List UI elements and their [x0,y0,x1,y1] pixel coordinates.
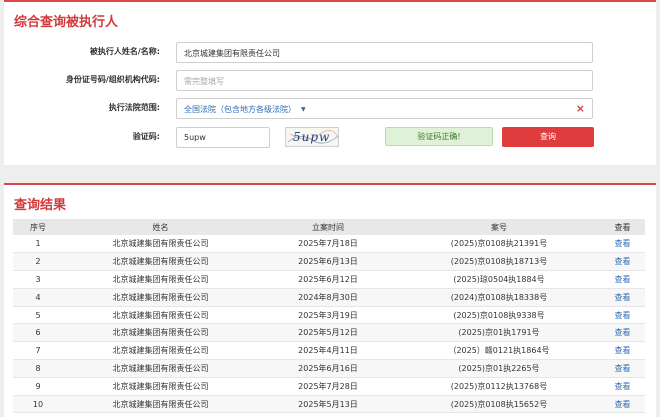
column-header-name: 姓名 [63,219,258,235]
row-date: 2025年3月19日 [258,306,398,325]
row-date: 2025年7月18日 [258,235,398,254]
table-row: 8 北京城建集团有限责任公司 2025年6月16日 (2025)京01执2265… [13,359,645,378]
name-input[interactable]: 北京城建集团有限责任公司 [176,42,593,63]
row-name: 北京城建集团有限责任公司 [63,359,258,378]
view-link[interactable]: 查看 [615,293,631,302]
column-header-case: 案号 [398,219,600,235]
row-date: 2025年5月13日 [258,395,398,414]
captcha-input[interactable]: 5upw [176,127,270,148]
results-panel: 查询结果 序号 姓名 立案时间 案号 查看 1 北京城建集团有限责任公司 202… [4,183,656,417]
court-select-value: 全国法院（包含地方各级法院） [184,105,296,114]
row-case: (2025)京0108执15652号 [398,395,600,414]
row-date: 2025年5月12日 [258,323,398,343]
row-case: (2025)琼0504执1884号 [398,270,600,289]
row-date: 2025年6月16日 [258,359,398,378]
view-link[interactable]: 查看 [615,400,631,409]
column-header-no: 序号 [13,219,63,235]
id-row: 身份证号码/组织机构代码: 需完整填写 [4,70,656,92]
row-date: 2025年4月11日 [258,341,398,361]
view-link[interactable]: 查看 [615,311,631,320]
captcha-row: 验证码: 5upw 5upw 验证码正确! 查询 [4,127,656,149]
row-case: (2025)京0108执18713号 [398,252,600,272]
row-date: 2025年6月12日 [258,270,398,289]
row-name: 北京城建集团有限责任公司 [63,288,258,307]
table-row: 7 北京城建集团有限责任公司 2025年4月11日 （2025）赣0121执18… [13,341,645,361]
close-icon[interactable]: × [576,102,585,115]
row-name: 北京城建集团有限责任公司 [63,270,258,289]
captcha-image-text: 5upw [293,130,331,144]
row-case: （2025）赣0121执1864号 [398,341,600,361]
row-no: 1 [13,235,63,254]
search-button[interactable]: 查询 [502,127,594,147]
row-no: 3 [13,270,63,289]
captcha-ok-indicator: 验证码正确! [385,127,493,146]
view-link[interactable]: 查看 [615,328,631,337]
query-panel: 综合查询被执行人 被执行人姓名/名称: 北京城建集团有限责任公司 身份证号码/组… [4,0,656,165]
court-select[interactable]: 全国法院（包含地方各级法院） ▼ × [176,98,593,119]
view-link[interactable]: 查看 [615,239,631,248]
row-no: 5 [13,306,63,325]
row-case: (2025)京0108执9338号 [398,306,600,325]
row-no: 7 [13,341,63,361]
table-row: 2 北京城建集团有限责任公司 2025年6月13日 (2025)京0108执18… [13,252,645,272]
column-header-date: 立案时间 [258,219,398,235]
row-name: 北京城建集团有限责任公司 [63,252,258,272]
view-link[interactable]: 查看 [615,257,631,266]
row-no: 8 [13,359,63,378]
view-link[interactable]: 查看 [615,275,631,284]
row-no: 4 [13,288,63,307]
table-row: 4 北京城建集团有限责任公司 2024年8月30日 (2024)京0108执18… [13,288,645,307]
name-label: 被执行人姓名/名称: [89,47,160,56]
table-header-row: 序号 姓名 立案时间 案号 查看 [13,219,645,235]
row-no: 2 [13,252,63,272]
row-no: 10 [13,395,63,414]
row-date: 2025年6月13日 [258,252,398,272]
row-case: (2025)京01执2265号 [398,359,600,378]
row-case: (2025)京0108执21391号 [398,235,600,254]
view-link[interactable]: 查看 [615,382,631,391]
table-row: 1 北京城建集团有限责任公司 2025年7月18日 (2025)京0108执21… [13,235,645,254]
court-label: 执行法院范围: [108,103,160,112]
row-case: (2025)京0112执13768号 [398,377,600,396]
view-link[interactable]: 查看 [615,346,631,355]
results-table: 序号 姓名 立案时间 案号 查看 1 北京城建集团有限责任公司 2025年7月1… [13,219,645,414]
table-row: 10 北京城建集团有限责任公司 2025年5月13日 (2025)京0108执1… [13,395,645,414]
captcha-label: 验证码: [132,132,160,141]
row-case: (2025)京01执1791号 [398,323,600,343]
table-row: 6 北京城建集团有限责任公司 2025年5月12日 (2025)京01执1791… [13,323,645,343]
row-case: (2024)京0108执18338号 [398,288,600,307]
results-title: 查询结果 [14,198,67,213]
court-row: 执行法院范围: 全国法院（包含地方各级法院） ▼ × [4,98,656,120]
table-row: 3 北京城建集团有限责任公司 2025年6月12日 (2025)琼0504执18… [13,270,645,289]
query-title: 综合查询被执行人 [14,15,119,30]
row-date: 2025年7月28日 [258,377,398,396]
view-link[interactable]: 查看 [615,364,631,373]
id-input[interactable]: 需完整填写 [176,70,593,91]
column-header-view: 查看 [600,219,645,235]
chevron-down-icon: ▼ [301,106,306,113]
row-date: 2024年8月30日 [258,288,398,307]
row-name: 北京城建集团有限责任公司 [63,235,258,254]
row-no: 9 [13,377,63,396]
row-name: 北京城建集团有限责任公司 [63,341,258,361]
row-name: 北京城建集团有限责任公司 [63,377,258,396]
row-name: 北京城建集团有限责任公司 [63,395,258,414]
captcha-image[interactable]: 5upw [285,127,339,147]
row-no: 6 [13,323,63,343]
table-row: 9 北京城建集团有限责任公司 2025年7月28日 (2025)京0112执13… [13,377,645,396]
name-row: 被执行人姓名/名称: 北京城建集团有限责任公司 [4,42,656,64]
row-name: 北京城建集团有限责任公司 [63,306,258,325]
table-row: 5 北京城建集团有限责任公司 2025年3月19日 (2025)京0108执93… [13,306,645,325]
id-label: 身份证号码/组织机构代码: [65,75,160,84]
row-name: 北京城建集团有限责任公司 [63,323,258,343]
